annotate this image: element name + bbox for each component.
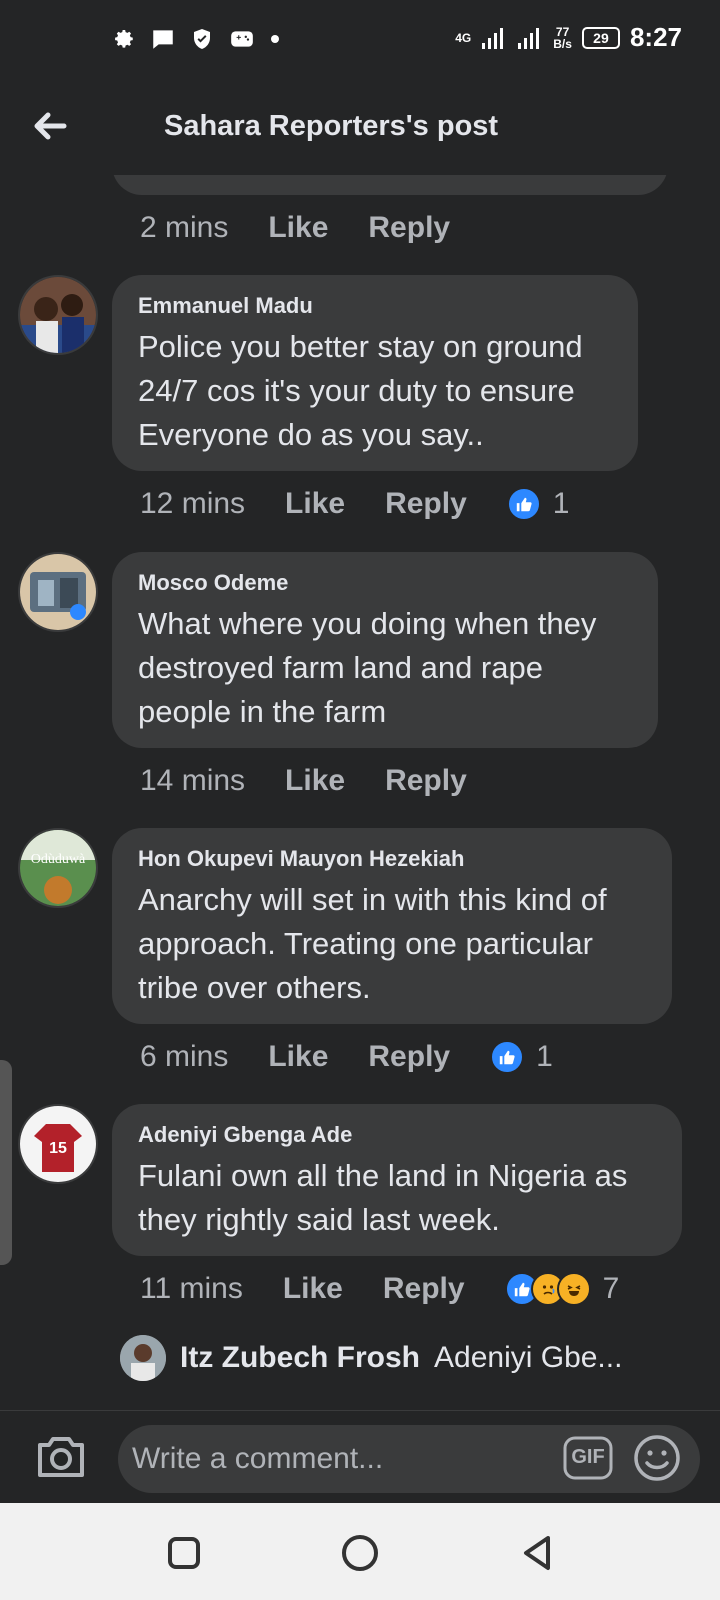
comment-time: 12 mins xyxy=(140,487,246,520)
reply-button[interactable]: Reply xyxy=(368,1040,450,1074)
reaction-count: 1 xyxy=(552,487,570,520)
back-arrow-icon[interactable] xyxy=(30,106,70,146)
game-controller-icon xyxy=(231,31,253,47)
avatar[interactable]: 15 xyxy=(18,1104,98,1184)
reply-preview[interactable]: Itz Zubech Frosh Adeniyi Gbe... xyxy=(120,1335,622,1381)
avatar[interactable]: Odùduwà xyxy=(18,828,98,908)
signal-icon xyxy=(482,27,504,49)
comment-composer: GIF xyxy=(0,1410,720,1504)
comment-text: What where you doing when they destroyed… xyxy=(138,606,597,729)
signal-icon-2 xyxy=(518,27,540,49)
gif-label: GIF xyxy=(571,1446,605,1468)
previous-comment-bubble xyxy=(112,175,668,195)
message-icon xyxy=(153,30,173,49)
edge-panel-handle[interactable] xyxy=(0,1060,12,1265)
reactions[interactable] xyxy=(490,1040,525,1074)
haha-reaction-icon xyxy=(556,1272,591,1306)
emoji-icon[interactable] xyxy=(632,1433,682,1483)
notification-icons xyxy=(110,26,280,52)
reply-button[interactable]: Reply xyxy=(368,211,450,245)
network-speed: 77 B/s xyxy=(553,26,572,50)
comment-actions: 6 mins Like Reply 1 xyxy=(140,1040,553,1074)
comment-bubble[interactable]: Adeniyi Gbenga Ade Fulani own all the la… xyxy=(112,1104,682,1256)
like-button[interactable]: Like xyxy=(285,487,345,521)
comment-actions: 2 mins Like Reply xyxy=(140,211,490,245)
gif-button[interactable]: GIF xyxy=(563,1435,613,1481)
dot-icon xyxy=(271,35,279,43)
comment-bubble[interactable]: Hon Okupevi Mauyon Hezekiah Anarchy will… xyxy=(112,828,672,1024)
reply-button[interactable]: Reply xyxy=(383,1272,465,1306)
reply-snippet: Adeniyi Gbe... xyxy=(434,1341,623,1374)
avatar[interactable] xyxy=(18,275,98,355)
like-button[interactable]: Like xyxy=(283,1272,343,1306)
settings-gear-icon xyxy=(115,30,133,48)
comment-actions: 12 mins Like Reply 1 xyxy=(140,487,569,521)
comment-text: Police you better stay on ground 24/7 co… xyxy=(138,329,583,452)
avatar xyxy=(120,1335,166,1381)
page-title: Sahara Reporters's post xyxy=(164,110,499,142)
back-icon[interactable] xyxy=(518,1533,558,1573)
network-speed-value: 77 xyxy=(555,24,570,39)
comment-author[interactable]: Hon Okupevi Mauyon Hezekiah xyxy=(138,846,646,872)
like-reaction-icon xyxy=(490,1040,525,1074)
network-type: 4G xyxy=(455,30,472,45)
like-button[interactable]: Like xyxy=(268,211,328,245)
comment-author[interactable]: Mosco Odeme xyxy=(138,570,632,596)
comment-bubble[interactable]: Emmanuel Madu Police you better stay on … xyxy=(112,275,638,471)
comment-text: Fulani own all the land in Nigeria as th… xyxy=(138,1158,628,1237)
reactions[interactable] xyxy=(506,487,541,521)
comment-author[interactable]: Emmanuel Madu xyxy=(138,293,612,319)
comment-actions: 11 mins Like Reply 7 xyxy=(140,1272,619,1306)
reactions[interactable] xyxy=(504,1272,591,1306)
network-speed-unit: B/s xyxy=(553,36,572,51)
recent-apps-icon[interactable] xyxy=(164,1533,204,1573)
page-header: Sahara Reporters's post xyxy=(0,90,720,170)
avatar-photo xyxy=(20,830,96,906)
like-reaction-icon xyxy=(506,487,541,521)
camera-icon[interactable] xyxy=(34,1431,88,1481)
like-button[interactable]: Like xyxy=(268,1040,328,1074)
reaction-count: 1 xyxy=(536,1040,553,1073)
clock: 8:27 xyxy=(629,22,682,52)
shield-icon xyxy=(194,29,210,49)
battery-indicator: 29 xyxy=(581,26,620,49)
comment-time: 14 mins xyxy=(140,764,246,797)
comment-bubble[interactable]: Mosco Odeme What where you doing when th… xyxy=(112,552,658,748)
reply-button[interactable]: Reply xyxy=(385,487,467,521)
comment-time: 2 mins xyxy=(140,211,229,244)
status-bar: 4G 77 B/s 29 8:27 xyxy=(0,0,720,80)
comment-time: 11 mins xyxy=(140,1272,243,1305)
comment-time: 6 mins xyxy=(140,1040,229,1073)
system-status: 4G 77 B/s 29 8:27 xyxy=(455,22,682,53)
avatar-photo xyxy=(20,554,96,630)
reaction-count: 7 xyxy=(602,1272,620,1305)
avatar-logo-text: Odùduwà xyxy=(30,852,86,867)
navigation-bar xyxy=(0,1503,720,1600)
comment-feed[interactable]: 2 mins Like Reply Emmanuel Madu Police y… xyxy=(0,175,720,1410)
home-icon[interactable] xyxy=(340,1533,380,1573)
avatar-jersey-number: 15 xyxy=(49,1140,67,1157)
comment-actions: 14 mins Like Reply xyxy=(140,764,507,798)
avatar-photo xyxy=(20,277,96,353)
reply-button[interactable]: Reply xyxy=(385,764,467,798)
like-button[interactable]: Like xyxy=(285,764,345,798)
comment-text: Anarchy will set in with this kind of ap… xyxy=(138,882,607,1005)
reply-author[interactable]: Itz Zubech Frosh xyxy=(180,1341,420,1375)
avatar[interactable] xyxy=(18,552,98,632)
comment-author[interactable]: Adeniyi Gbenga Ade xyxy=(138,1122,656,1148)
